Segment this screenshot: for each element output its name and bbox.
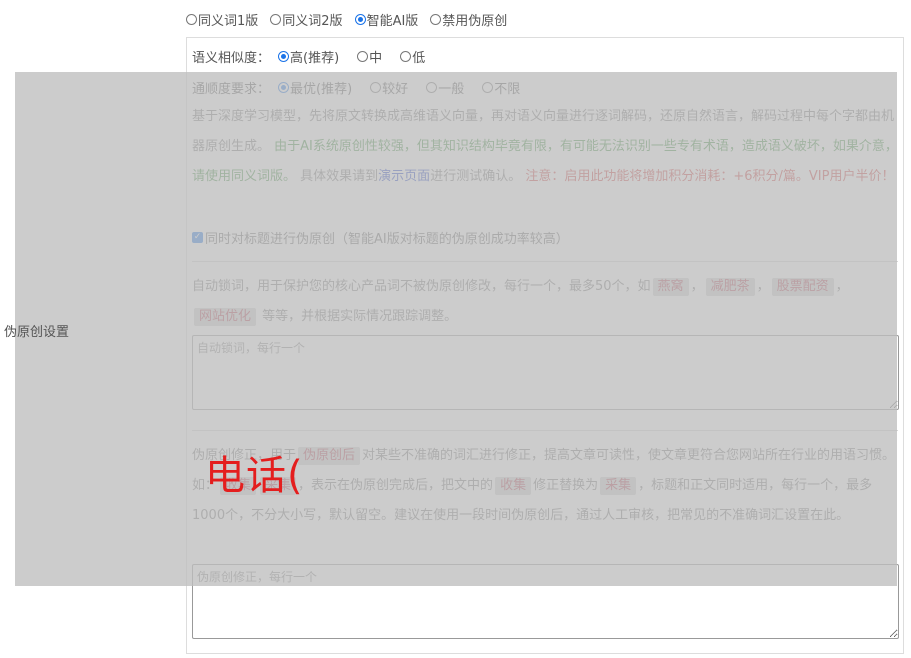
radio-similarity-mid[interactable]: 中 (357, 47, 382, 66)
lock-desc-suffix: 等等，并根据实际情况跟踪调整。 (262, 309, 458, 324)
radio-dot[interactable] (278, 51, 290, 62)
radio-dot[interactable] (186, 14, 197, 25)
radio-dot[interactable] (354, 14, 366, 25)
radio-fluency-any[interactable]: 不限 (482, 78, 520, 97)
radio-label: 禁用伪原创 (442, 14, 508, 29)
radio-label: 智能AI版 (366, 14, 419, 29)
watermark-text: 电话( (205, 453, 304, 499)
similarity-label: 语义相似度： (192, 51, 271, 66)
title-rewrite-label: 同时对标题进行伪原创（智能AI版对标题的伪原创成功率较高） (205, 232, 569, 247)
lock-words-textarea[interactable] (192, 335, 899, 410)
radio-fluency-good[interactable]: 较好 (370, 78, 408, 97)
title-rewrite-checkbox[interactable]: ✓ (192, 232, 203, 243)
radio-dot[interactable] (400, 51, 412, 62)
radio-label: 不限 (494, 82, 521, 97)
radio-dot[interactable] (426, 82, 438, 93)
radio-dot[interactable] (270, 14, 282, 25)
radio-label: 同义词2版 (282, 14, 343, 29)
cost-notice: 注意：启用此功能将增加积分消耗：+6积分/篇。VIP用户半价！ (525, 169, 895, 184)
radio-disable[interactable]: 禁用伪原创 (430, 10, 507, 29)
lock-example-tag: 燕窝 (652, 278, 689, 296)
radio-label: 较好 (382, 82, 409, 97)
lock-words-description: 自动锁词，用于保护您的核心产品词不被伪原创修改，每行一个，最多50个，如 燕窝，减… (192, 278, 849, 326)
lock-example-tag: 股票配资 (771, 278, 834, 296)
radio-label: 一般 (438, 82, 465, 97)
demo-page-link[interactable]: 演示页面 (378, 169, 430, 184)
side-label: 伪原创设置 (4, 325, 70, 340)
radio-label: 中 (369, 51, 383, 66)
radio-label: 最优(推荐) (290, 82, 353, 97)
demo-suffix: 进行测试确认。 (430, 169, 522, 184)
radio-similarity-high[interactable]: 高(推荐) (278, 47, 339, 66)
ai-description: 基于深度学习模型，先将原文转换成高维语义向量，再对语义向量进行逐词解码，还原自然… (192, 102, 898, 192)
lock-example-tag: 减肥茶 (705, 278, 755, 296)
radio-dot[interactable] (357, 51, 369, 62)
radio-fluency-best[interactable]: 最优(推荐) (278, 78, 352, 97)
similarity-row: 语义相似度： 高(推荐) 中 低 (192, 47, 425, 66)
correction-tag: 收集 (495, 477, 532, 495)
radio-synonym-v2[interactable]: 同义词2版 (270, 10, 343, 29)
radio-label: 同义词1版 (198, 14, 259, 29)
radio-dot[interactable] (278, 82, 290, 93)
radio-ai-version[interactable]: 智能AI版 (354, 10, 419, 29)
radio-dot[interactable] (430, 14, 442, 25)
radio-label: 高(推荐) (290, 51, 340, 66)
correction-textarea[interactable] (192, 564, 899, 639)
radio-similarity-low[interactable]: 低 (400, 47, 425, 66)
lock-example-tag: 网站优化 (194, 308, 257, 326)
divider (192, 261, 898, 262)
divider (192, 430, 898, 431)
radio-label: 低 (412, 51, 426, 66)
correction-tag: 采集 (600, 477, 637, 495)
fluency-label: 通顺度要求： (192, 82, 271, 97)
radio-dot[interactable] (370, 82, 382, 93)
correction-part4: 修正替换为 (533, 478, 599, 493)
demo-prefix: 具体效果请到 (300, 169, 379, 184)
version-radio-group: 同义词1版 同义词2版 智能AI版 禁用伪原创 (186, 10, 507, 29)
correction-part3: ，表示在伪原创完成后，把文中的 (298, 478, 494, 493)
radio-dot[interactable] (482, 82, 494, 93)
radio-synonym-v1[interactable]: 同义词1版 (186, 10, 258, 29)
lock-desc-prefix: 自动锁词，用于保护您的核心产品词不被伪原创修改，每行一个，最多50个，如 (192, 279, 651, 294)
correction-tag: 伪原创后 (298, 447, 361, 465)
radio-fluency-normal[interactable]: 一般 (426, 78, 464, 97)
title-rewrite-checkbox-row[interactable]: ✓ 同时对标题进行伪原创（智能AI版对标题的伪原创成功率较高） (192, 228, 569, 247)
fluency-row: 通顺度要求： 最优(推荐) 较好 一般 不限 (192, 78, 520, 97)
